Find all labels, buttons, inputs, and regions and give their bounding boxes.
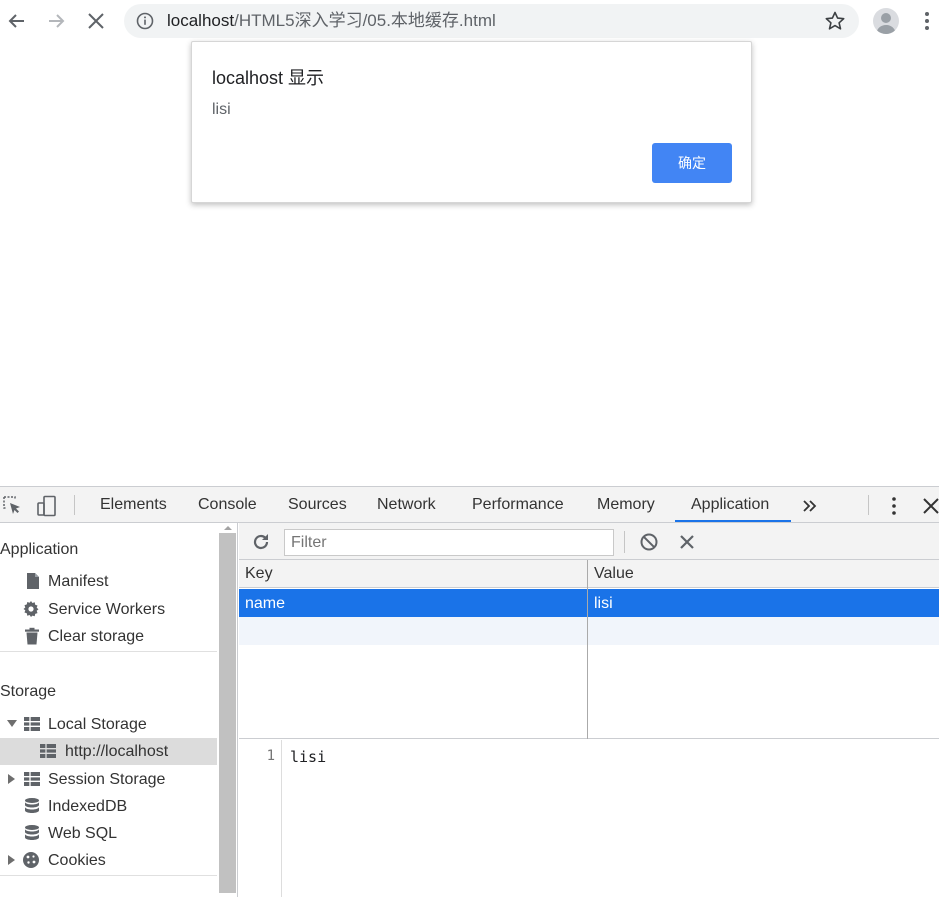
sidebar-divider [0,651,217,652]
close-icon[interactable] [920,495,939,517]
chevron-double-right-icon[interactable] [799,495,821,517]
sidebar-item-label: Local Storage [48,716,147,733]
toolbar-separator [624,531,625,553]
column-divider[interactable] [587,560,588,739]
sidebar-item-cookies[interactable]: Cookies [0,847,217,874]
scroll-up-arrow-icon[interactable] [222,523,234,533]
sidebar-item-clear-storage[interactable]: Clear storage [0,623,217,650]
url-text: localhost/HTML5深入学习/05.本地缓存.html [167,12,496,30]
sidebar-item-indexeddb[interactable]: IndexedDB [0,793,217,820]
sidebar-item-label: Clear storage [48,628,145,645]
sidebar-item-label: http://localhost [65,743,169,760]
filter-input[interactable] [284,529,614,556]
device-toolbar-icon[interactable] [36,495,58,517]
cell-key[interactable]: name [245,595,285,613]
sidebar-item-local-storage[interactable]: Local Storage [0,711,217,738]
devtools-tabbar: Elements Console Sources Network Perform… [0,487,939,523]
sidebar-item-web-sql[interactable]: Web SQL [0,820,217,847]
sidebar-item-label: Manifest [48,573,109,590]
active-tab-indicator [675,520,791,522]
url-host: localhost [167,11,235,30]
tabbar-separator [74,495,75,515]
table-row[interactable]: name lisi [239,589,939,617]
tab-performance[interactable]: Performance [472,487,564,523]
cookie-icon [23,852,39,868]
database-icon [25,798,39,813]
storage-table: Key Value name lisi [239,560,939,739]
value-preview: 1 lisi [239,740,939,897]
address-bar[interactable]: localhost/HTML5深入学习/05.本地缓存.html [124,4,859,38]
stop-loading-button[interactable] [81,6,111,36]
profile-avatar[interactable] [873,8,899,34]
section-header-storage: Storage [0,683,57,700]
refresh-icon[interactable] [251,532,271,552]
chevron-down-icon[interactable] [7,720,17,727]
chevron-right-icon[interactable] [8,774,15,784]
account-circle-icon [876,13,896,34]
cell-value[interactable]: lisi [594,595,613,613]
sidebar-item-label: Service Workers [48,601,166,618]
browser-toolbar: localhost/HTML5深入学习/05.本地缓存.html [0,0,939,44]
devtools-panel: Elements Console Sources Network Perform… [0,486,939,897]
file-icon [27,573,39,589]
tab-network[interactable]: Network [377,487,436,523]
url-path: /HTML5深入学习/05.本地缓存.html [234,11,496,30]
local-storage-panel: Key Value name lisi 1 lisi [239,523,939,897]
arrow-right-icon [49,14,65,28]
inspect-element-icon[interactable] [2,495,24,517]
tab-console[interactable]: Console [198,487,257,523]
table-grid-icon [24,717,40,731]
column-header-key[interactable]: Key [245,565,273,583]
tabbar-separator-right [868,495,869,515]
back-button[interactable] [2,6,32,36]
clear-all-icon[interactable] [639,532,659,552]
kebab-menu-icon[interactable] [883,495,905,517]
column-header-value[interactable]: Value [594,565,634,583]
delete-selected-icon[interactable] [677,532,697,552]
line-number: 1 [266,748,275,764]
sidebar-item-session-storage[interactable]: Session Storage [0,766,217,793]
tab-memory[interactable]: Memory [597,487,655,523]
chevron-right-icon[interactable] [8,855,15,865]
sidebar-scrollbar-thumb[interactable] [219,533,236,893]
info-circle-icon[interactable] [136,12,154,30]
sidebar-item-localhost[interactable]: http://localhost [0,738,217,765]
star-outline-icon[interactable] [824,10,846,32]
table-row-empty[interactable] [239,617,939,645]
kebab-menu-icon[interactable] [918,9,936,33]
tab-application[interactable]: Application [691,487,769,523]
sidebar-item-manifest[interactable]: Manifest [0,568,217,595]
forward-button[interactable] [41,6,71,36]
application-sidebar: Application Manifest Service Workers Cle… [0,523,238,897]
table-grid-icon [40,744,56,758]
line-gutter: 1 [239,740,282,897]
trash-icon [25,627,39,645]
section-header-application: Application [0,541,79,558]
tab-elements[interactable]: Elements [100,487,167,523]
sidebar-item-label: Web SQL [48,825,118,842]
storage-toolbar [239,523,939,560]
arrow-left-icon [8,14,24,28]
sidebar-item-label: Session Storage [48,771,166,788]
alert-dialog: localhost 显示 lisi 确定 [191,41,752,203]
ok-button[interactable]: 确定 [652,143,732,183]
database-icon [25,825,39,840]
dialog-message: lisi [212,101,231,118]
gear-icon [23,601,39,617]
sidebar-item-label: Cookies [48,852,106,869]
table-grid-icon [24,772,40,786]
sidebar-divider [0,875,217,876]
sidebar-item-label: IndexedDB [48,798,128,815]
dialog-title: localhost 显示 [212,68,325,88]
close-icon [88,13,104,29]
table-header: Key Value [239,560,939,588]
sidebar-item-service-workers[interactable]: Service Workers [0,596,217,623]
preview-text[interactable]: lisi [290,748,326,766]
tab-sources[interactable]: Sources [288,487,347,523]
